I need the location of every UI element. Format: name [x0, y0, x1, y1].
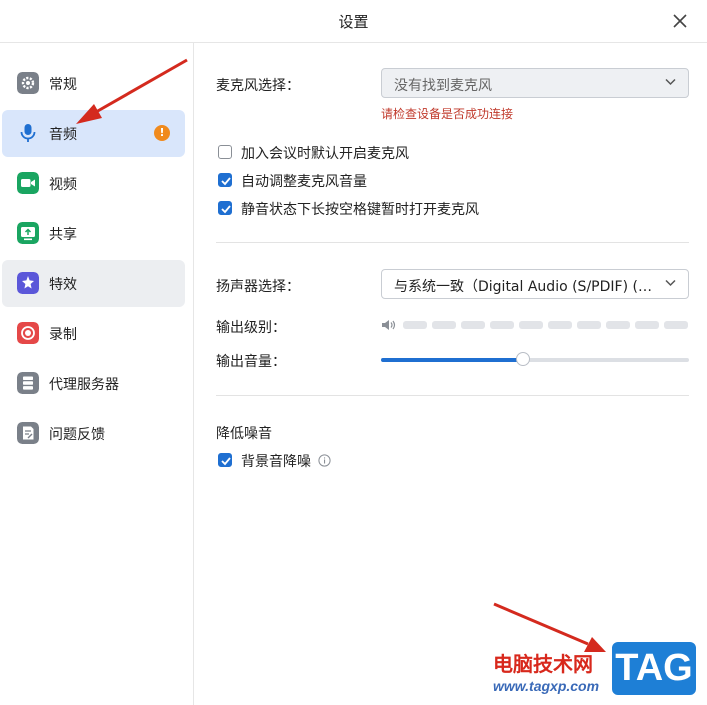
noise-section-title: 降低噪音 — [216, 426, 272, 442]
speaker-select[interactable]: 与系统一致（Digital Audio (S/PDIF) (2-... — [381, 269, 689, 299]
output-level-segment — [519, 321, 543, 329]
sidebar-item-effects[interactable]: 特效 — [2, 260, 185, 307]
sidebar-item-label: 常规 — [49, 77, 77, 93]
share-screen-icon — [17, 222, 39, 244]
mic-option-checkbox[interactable] — [218, 145, 232, 159]
output-volume-thumb[interactable] — [515, 352, 530, 366]
output-level-segment — [432, 321, 456, 329]
sidebar-item-share[interactable]: 共享 — [2, 210, 185, 257]
record-icon — [17, 322, 39, 344]
microphone-icon — [20, 124, 36, 142]
chevron-down-icon — [665, 78, 676, 86]
speaker-volume-icon — [382, 320, 396, 330]
output-level-segment — [548, 321, 572, 329]
sidebar-item-audio[interactable]: 音频 ! — [2, 110, 185, 157]
section-divider — [216, 242, 689, 243]
output-level-segment — [606, 321, 630, 329]
watermark-logo: TAG — [610, 640, 698, 697]
audio-settings-panel: 麦克风选择： 没有找到麦克风 请检查设备是否成功连接 加入会议时默认开启麦克风 … — [194, 43, 707, 705]
sidebar-item-label: 共享 — [49, 227, 77, 243]
sidebar-item-general[interactable]: 常规 — [2, 60, 185, 107]
chevron-down-icon — [665, 279, 676, 287]
output-level-segment — [577, 321, 601, 329]
microphone-select[interactable]: 没有找到麦克风 — [381, 68, 689, 98]
feedback-icon — [17, 422, 39, 444]
warning-badge: ! — [154, 125, 170, 141]
speaker-select-value: 与系统一致（Digital Audio (S/PDIF) (2-... — [394, 279, 666, 295]
sidebar-item-label: 代理服务器 — [49, 377, 119, 393]
watermark-text: 电脑技术网 — [493, 654, 593, 676]
output-level-segment — [664, 321, 688, 329]
microphone-label: 麦克风选择： — [216, 78, 300, 94]
section-divider — [216, 395, 689, 396]
sidebar-item-proxy[interactable]: 代理服务器 — [2, 360, 185, 407]
noise-suppression-label: 背景音降噪 — [241, 454, 311, 470]
gear-icon — [17, 72, 39, 94]
sidebar-item-video[interactable]: 视频 — [2, 160, 185, 207]
watermark-url: www.tagxp.com — [493, 678, 600, 694]
output-level-segment — [635, 321, 659, 329]
proxy-server-icon — [17, 372, 39, 394]
sidebar-item-label: 视频 — [49, 177, 77, 193]
output-level-segment — [403, 321, 427, 329]
close-icon[interactable] — [669, 10, 691, 32]
checkmark-icon — [221, 457, 231, 466]
output-volume-label: 输出音量： — [216, 354, 286, 370]
output-volume-fill — [381, 358, 523, 362]
sidebar-item-label: 问题反馈 — [49, 427, 105, 443]
mic-option-label: 自动调整麦克风音量 — [241, 174, 367, 190]
speaker-label: 扬声器选择： — [216, 279, 300, 295]
mic-option-label: 加入会议时默认开启麦克风 — [241, 146, 409, 162]
output-level-segment — [490, 321, 514, 329]
video-camera-icon — [17, 172, 39, 194]
output-level-segment — [461, 321, 485, 329]
sidebar-item-feedback[interactable]: 问题反馈 — [2, 410, 185, 457]
window-title: 设置 — [338, 13, 369, 31]
sidebar-item-record[interactable]: 录制 — [2, 310, 185, 357]
noise-suppression-checkbox[interactable] — [218, 453, 232, 467]
checkmark-icon — [221, 205, 231, 214]
mic-option-checkbox[interactable] — [218, 173, 232, 187]
info-icon[interactable] — [318, 454, 331, 467]
output-level-label: 输出级别： — [216, 320, 286, 336]
sidebar-item-label: 特效 — [49, 277, 77, 293]
effects-icon — [17, 272, 39, 294]
sidebar-item-label: 音频 — [49, 127, 77, 143]
microphone-select-value: 没有找到麦克风 — [394, 78, 492, 94]
microphone-error-text: 请检查设备是否成功连接 — [381, 107, 514, 121]
sidebar-item-label: 录制 — [49, 327, 77, 343]
settings-sidebar: 常规 音频 ! 视频 共享 特效 录制 代理服务器 问题反馈 — [0, 43, 194, 705]
output-volume-slider[interactable] — [381, 352, 689, 366]
checkmark-icon — [221, 177, 231, 186]
title-bar: 设置 — [0, 0, 707, 43]
mic-option-checkbox[interactable] — [218, 201, 232, 215]
mic-option-label: 静音状态下长按空格键暂时打开麦克风 — [241, 202, 479, 218]
